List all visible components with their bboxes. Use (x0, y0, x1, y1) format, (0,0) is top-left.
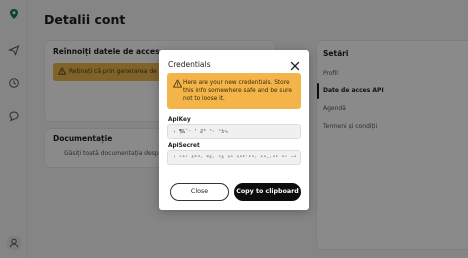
credentials-alert: Here are your new credentials. Store thi… (167, 73, 301, 109)
credentials-dialog: Credentials Here are your new credential… (159, 50, 309, 210)
api-key-field[interactable]: ‹ ¶&˘⁻ ‛ Ƨ⁰ ⁿ· ⁿƾ∿ (167, 124, 301, 139)
api-secret-field[interactable]: ⁽ ⁿᵃᶜ ᵟ⁰ᵈ· ᵂᵝ· ᵎᵝ ᵍᵃ ᵑᵃᵇ˙ᵏᵃ· ᶝᵃ‐·ᵃᵏ ᵃᶜ ᵕ… (167, 150, 301, 165)
api-key-label: ApiKey (168, 117, 191, 123)
warning-icon (173, 79, 182, 88)
alert-text: Here are your new credentials. Store thi… (183, 80, 292, 102)
api-secret-label: ApiSecret (168, 143, 200, 149)
close-icon[interactable] (290, 61, 300, 71)
copy-to-clipboard-button[interactable]: Copy to clipboard (234, 183, 301, 201)
close-button[interactable]: Close (170, 183, 229, 201)
dialog-title: Credentials (168, 60, 211, 69)
